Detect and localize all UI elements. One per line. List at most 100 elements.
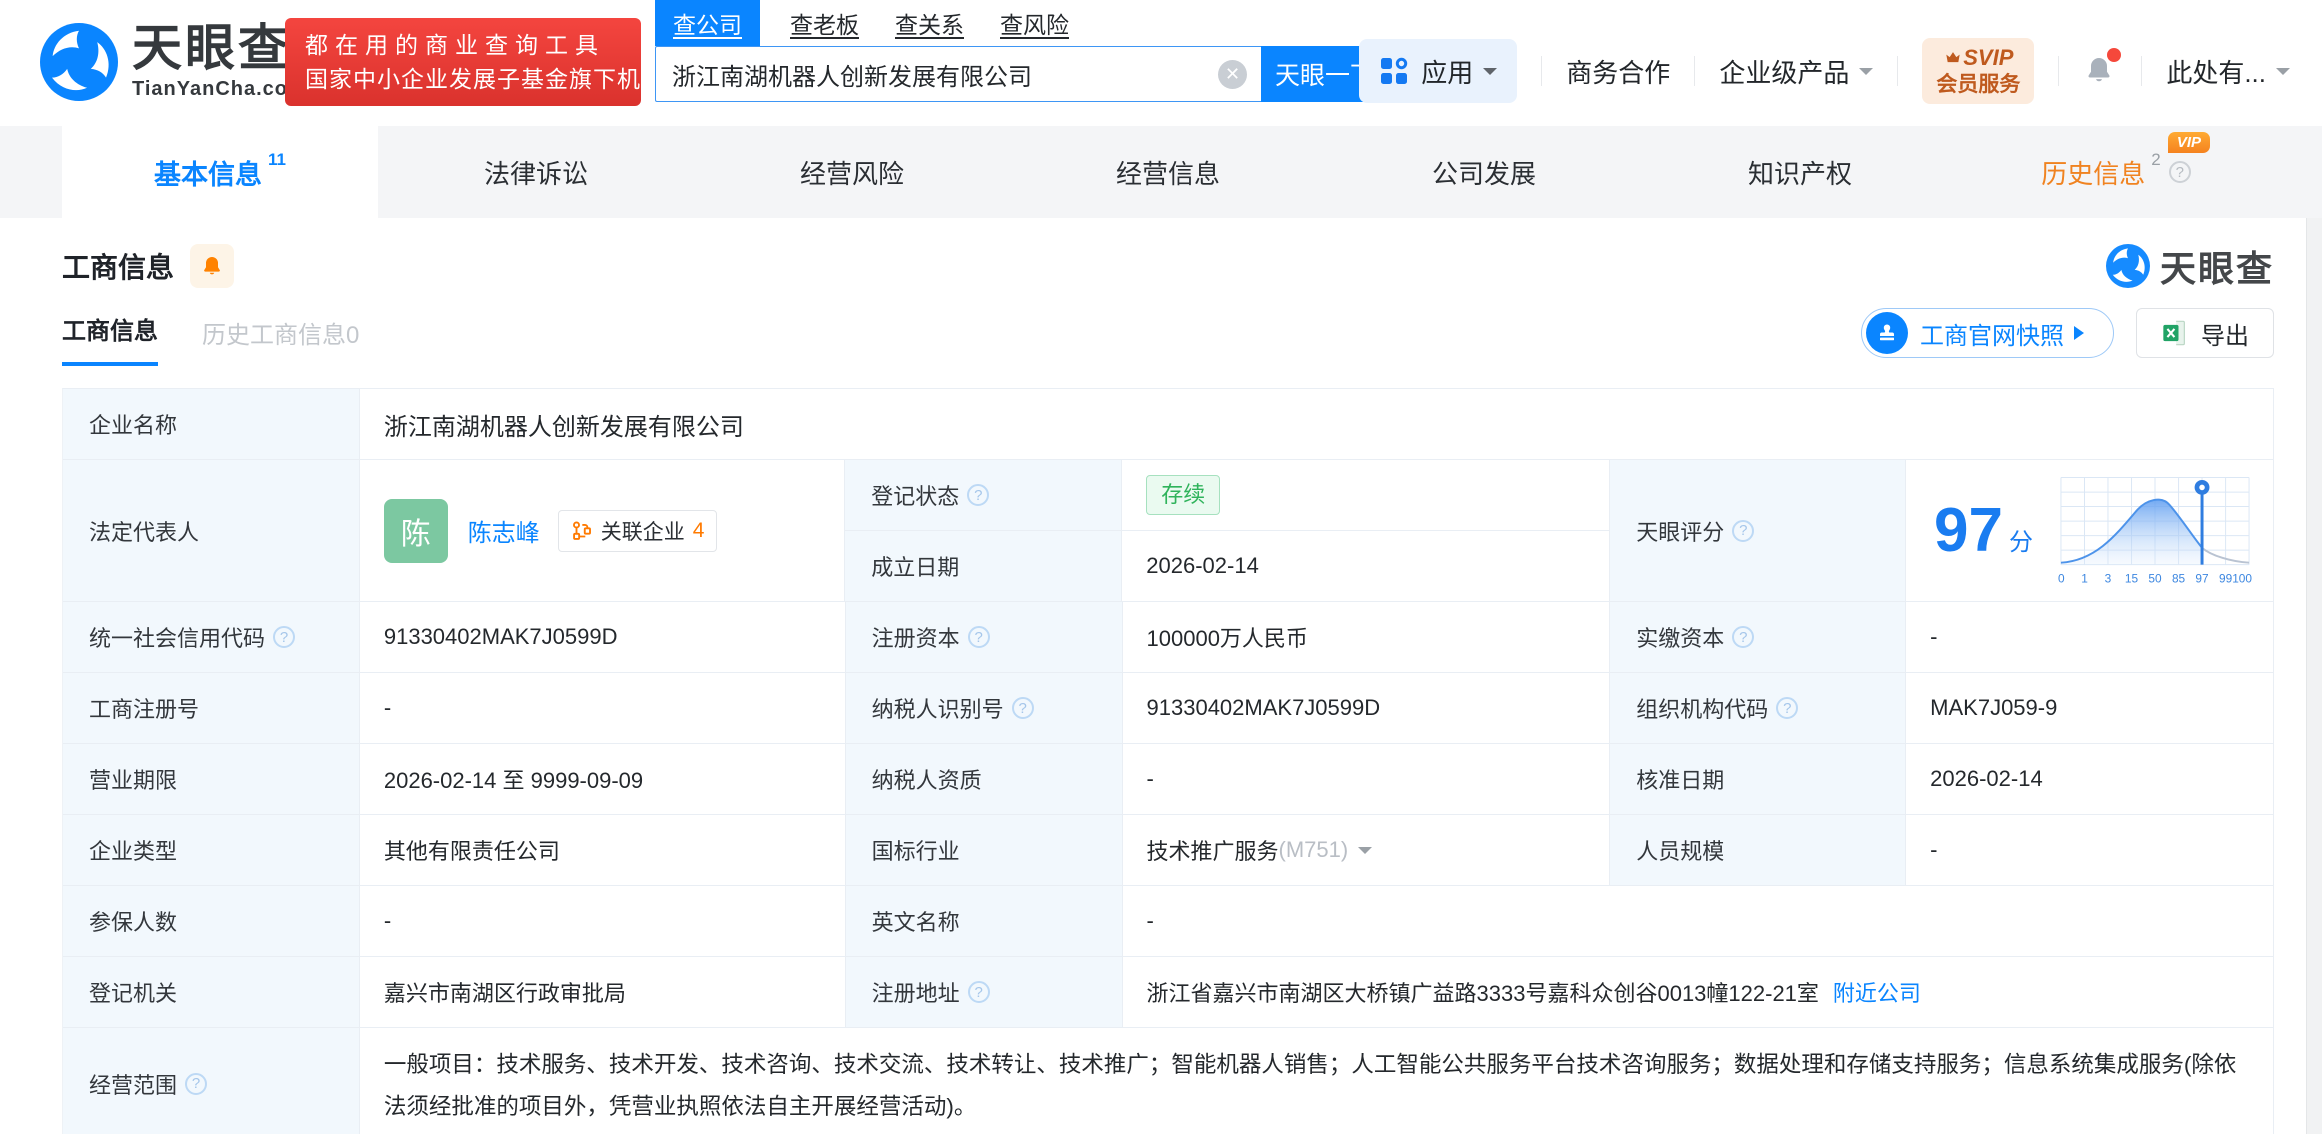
help-icon[interactable]: ?	[967, 626, 990, 648]
tab-basic-info[interactable]: 基本信息 11	[62, 126, 378, 218]
search-tab-risk[interactable]: 查风险	[1000, 0, 1069, 46]
clear-search-icon[interactable]: ✕	[1218, 60, 1247, 89]
svip-member-button[interactable]: SVIP 会员服务	[1922, 38, 2035, 104]
table-row: 企业名称 浙江南湖机器人创新发展有限公司	[63, 389, 2274, 460]
svg-text:0: 0	[2058, 571, 2065, 585]
org-relation-icon	[572, 520, 591, 540]
approval-date-label: 核准日期	[1610, 744, 1907, 815]
header-topnav: 应用 商务合作 企业级产品 SVIP 会员服务 此处有...	[1359, 38, 2290, 104]
divider	[2058, 56, 2060, 86]
status-badge: 存续	[1146, 475, 1221, 515]
excel-icon	[2163, 320, 2185, 346]
approval-date-value: 2026-02-14	[1906, 744, 2274, 815]
tab-legal-litigation[interactable]: 法律诉讼	[378, 126, 694, 218]
taxpayer-id-label: 纳税人识别号?	[845, 673, 1123, 744]
search-area: 查公司 查老板 查关系 查风险 ✕ 天眼一下	[655, 0, 1389, 102]
help-icon[interactable]: ?	[1732, 626, 1755, 648]
search-input[interactable]	[655, 46, 1261, 102]
establish-date-value: 2026-02-14	[1122, 531, 1611, 602]
notifications-button[interactable]	[2083, 48, 2122, 90]
score-number: 97	[1933, 495, 2003, 565]
subscribe-bell-button[interactable]	[190, 244, 235, 288]
search-tab-boss[interactable]: 查老板	[790, 0, 859, 46]
help-icon[interactable]: ?	[1011, 697, 1034, 719]
chevron-down-icon	[1859, 68, 1874, 82]
divider	[2141, 56, 2143, 86]
svg-text:85: 85	[2172, 571, 2186, 585]
official-snapshot-button[interactable]: 工商官网快照	[1861, 308, 2114, 358]
reg-authority-value: 嘉兴市南湖区行政审批局	[359, 957, 846, 1028]
main-content: 工商信息 天眼查 工商信息 历史工商信息0 工商官网快照 导出 企业名称 浙江南…	[0, 218, 2322, 1134]
search-tab-company[interactable]: 查公司	[655, 0, 760, 46]
subtab-business-info[interactable]: 工商信息	[62, 311, 158, 366]
watermark-logo: 天眼查	[2105, 240, 2274, 292]
svg-text:100: 100	[2232, 571, 2252, 585]
table-row: 参保人数 - 英文名称 -	[63, 886, 2274, 957]
help-icon[interactable]: ?	[2168, 161, 2191, 183]
taxpayer-id-value: 91330402MAK7J0599D	[1122, 673, 1611, 744]
user-menu[interactable]: 此处有...	[2166, 53, 2290, 90]
nearby-companies-link[interactable]: 附近公司	[1833, 976, 1921, 1008]
reg-capital-label: 注册资本?	[845, 602, 1123, 673]
table-row: 工商注册号 - 纳税人识别号? 91330402MAK7J0599D 组织机构代…	[63, 673, 2274, 744]
tab-company-development[interactable]: 公司发展	[1326, 126, 1642, 218]
related-companies-badge[interactable]: 关联企业 4	[557, 509, 718, 552]
reg-status-label: 登记状态 ?	[845, 460, 1123, 531]
tianyancha-logo-icon	[40, 22, 118, 101]
tab-operating-info[interactable]: 经营信息	[1010, 126, 1326, 218]
legal-rep-value: 陈 陈志峰 关联企业 4	[359, 460, 846, 602]
svg-text:97: 97	[2195, 571, 2208, 585]
help-icon[interactable]: ?	[273, 626, 296, 648]
help-icon[interactable]: ?	[1732, 519, 1755, 542]
export-button[interactable]: 导出	[2136, 308, 2274, 358]
svg-text:15: 15	[2125, 571, 2139, 585]
chevron-down-icon	[2276, 68, 2290, 82]
insured-label: 参保人数	[63, 886, 360, 957]
scrollbar[interactable]	[2306, 218, 2322, 1134]
tab-history-info[interactable]: VIP 历史信息 2 ?	[1958, 126, 2274, 218]
reg-capital-value: 100000万人民币	[1122, 602, 1611, 673]
establish-date-label: 成立日期	[845, 531, 1123, 602]
table-row: 营业期限 2026-02-14 至 9999-09-09 纳税人资质 - 核准日…	[63, 744, 2274, 815]
arrow-right-icon	[2074, 326, 2091, 340]
divider	[1694, 56, 1696, 86]
svg-text:3: 3	[2105, 571, 2112, 585]
industry-value[interactable]: 技术推广服务 (M751)	[1122, 815, 1611, 886]
industry-code: (M751)	[1278, 837, 1349, 862]
related-count: 4	[692, 518, 705, 542]
bell-icon	[204, 257, 220, 275]
site-logo[interactable]: 天眼查 TianYanCha.com	[40, 22, 307, 101]
svg-text:99: 99	[2219, 571, 2233, 585]
business-scope-value: 一般项目：技术服务、技术开发、技术咨询、技术交流、技术转让、技术推广；智能机器人…	[359, 1028, 2274, 1134]
brand-domain: TianYanCha.com	[132, 78, 307, 100]
reg-number-value: -	[359, 673, 846, 744]
chevron-down-icon	[1358, 847, 1373, 861]
apps-menu-button[interactable]: 应用	[1359, 39, 1518, 103]
company-nav-tabs: 基本信息 11 法律诉讼 经营风险 经营信息 公司发展 知识产权 VIP 历史信…	[0, 126, 2322, 218]
section-header: 工商信息	[62, 244, 235, 288]
help-icon[interactable]: ?	[967, 981, 990, 1003]
score-distribution-chart: 0 1 3 15 50 85 97 99 100	[2058, 477, 2252, 585]
tab-intellectual-property[interactable]: 知识产权	[1642, 126, 1958, 218]
avatar[interactable]: 陈	[383, 498, 448, 563]
chevron-down-icon	[1483, 68, 1498, 82]
section-actions: 工商官网快照 导出	[1861, 308, 2274, 358]
score-label: 天眼评分 ?	[1610, 460, 1906, 602]
subtabs: 工商信息 历史工商信息0	[62, 310, 403, 366]
subtab-history-business-info[interactable]: 历史工商信息0	[202, 315, 359, 366]
help-icon[interactable]: ?	[185, 1072, 208, 1095]
tab-count: 2	[2151, 150, 2161, 169]
search-tab-relation[interactable]: 查关系	[895, 0, 964, 46]
business-coop-link[interactable]: 商务合作	[1566, 53, 1670, 90]
score-value[interactable]: 97 分 0 1 3 15 50 85 97 99 100	[1905, 460, 2274, 602]
legal-rep-name-link[interactable]: 陈志峰	[468, 513, 540, 548]
help-icon[interactable]: ?	[967, 484, 990, 506]
paid-capital-label: 实缴资本?	[1610, 602, 1907, 673]
enterprise-products-link[interactable]: 企业级产品	[1719, 53, 1874, 90]
tab-operating-risk[interactable]: 经营风险	[694, 126, 1010, 218]
help-icon[interactable]: ?	[1776, 697, 1799, 719]
company-name-label: 企业名称	[63, 389, 360, 460]
staff-size-label: 人员规模	[1610, 815, 1907, 886]
business-term-value: 2026-02-14 至 9999-09-09	[359, 744, 846, 815]
table-row: 企业类型 其他有限责任公司 国标行业 技术推广服务 (M751) 人员规模 -	[63, 815, 2274, 886]
